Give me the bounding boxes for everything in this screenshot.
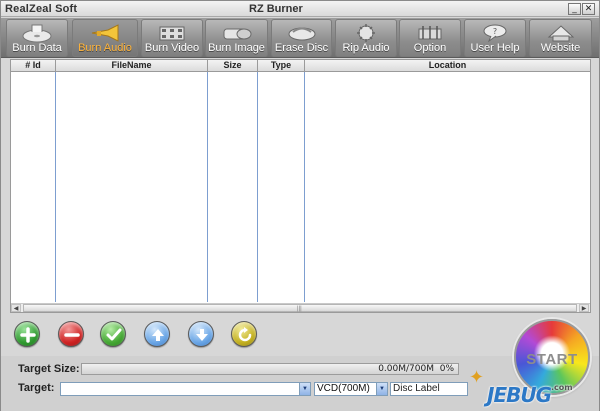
- image-disc-icon: [223, 28, 251, 40]
- target-label: Target:: [18, 382, 55, 394]
- refresh-icon: [238, 327, 252, 342]
- toolbar-label: Rip Audio: [342, 42, 390, 54]
- toolbar-option[interactable]: Option: [399, 19, 461, 57]
- start-label: START: [526, 351, 578, 368]
- scroll-left-icon[interactable]: ◀: [11, 304, 21, 312]
- horizontal-scrollbar[interactable]: ◀ ||| ▶: [11, 303, 590, 312]
- title-bar[interactable]: RealZeal Soft RZ Burner _ ✕: [1, 1, 599, 17]
- move-up-button[interactable]: [144, 321, 170, 347]
- toolbar-label: Burn Data: [12, 42, 62, 54]
- column-header-type[interactable]: Type: [258, 60, 305, 71]
- target-device-select[interactable]: ▼: [60, 382, 311, 396]
- toolbar-erase-disc[interactable]: Erase Disc: [271, 19, 332, 57]
- target-size-label: Target Size:: [18, 363, 80, 375]
- disc-icon: [22, 24, 52, 43]
- column-divider: [55, 72, 56, 302]
- target-size-progress: 0.00M/700M 0%: [81, 363, 459, 375]
- eraser-icon: [288, 27, 315, 41]
- toolbar-rip-audio[interactable]: Rip Audio: [335, 19, 397, 57]
- wizard-icon: ✦: [469, 367, 485, 388]
- disc-label-input[interactable]: Disc Label: [390, 382, 468, 396]
- table-header: # Id FileName Size Type Location: [11, 60, 590, 72]
- column-header-filename[interactable]: FileName: [56, 60, 208, 71]
- file-list-table[interactable]: # Id FileName Size Type Location ◀ ||| ▶: [10, 59, 591, 313]
- progress-text: 0.00M/700M 0%: [378, 364, 454, 374]
- arrow-up-icon: [152, 329, 164, 341]
- toolbar-burn-video[interactable]: Burn Video: [141, 19, 203, 57]
- close-button[interactable]: ✕: [582, 3, 595, 15]
- column-divider: [207, 72, 208, 302]
- watermark-text: JEBUG: [487, 383, 552, 407]
- scroll-grip: |||: [297, 306, 302, 312]
- main-toolbar: Burn Data Burn Audio Burn Video Burn Ima…: [1, 18, 599, 58]
- toolbar-label: Burn Image: [208, 42, 265, 54]
- refresh-button[interactable]: [231, 321, 257, 347]
- rip-audio-icon: [357, 24, 375, 42]
- minus-icon: [64, 333, 80, 337]
- move-down-button[interactable]: [188, 321, 214, 347]
- film-icon: [159, 26, 185, 41]
- scroll-right-icon[interactable]: ▶: [579, 304, 589, 312]
- check-icon: [106, 328, 122, 341]
- disc-type-value: VCD(700M): [317, 383, 370, 394]
- toolbar-burn-data[interactable]: Burn Data: [6, 19, 68, 57]
- column-header-location[interactable]: Location: [305, 60, 590, 71]
- toolbar-burn-audio[interactable]: Burn Audio: [72, 19, 138, 57]
- remove-button[interactable]: [58, 321, 84, 347]
- toolbar-label: Option: [413, 42, 447, 54]
- plus-icon: [20, 327, 36, 343]
- column-header-size[interactable]: Size: [208, 60, 258, 71]
- help-icon: ?: [483, 24, 507, 43]
- toolbar-label: Burn Audio: [78, 42, 132, 54]
- toolbar-burn-image[interactable]: Burn Image: [205, 19, 268, 57]
- column-header-id[interactable]: # Id: [11, 60, 56, 71]
- app-window: RealZeal Soft RZ Burner _ ✕ Burn Data Bu…: [0, 0, 600, 411]
- progress-value: 0.00M/700M: [378, 364, 434, 374]
- globe-icon: [547, 25, 574, 42]
- column-divider: [304, 72, 305, 302]
- svg-text:?: ?: [493, 27, 497, 36]
- brand-label: RealZeal Soft: [5, 3, 78, 15]
- chevron-down-icon[interactable]: ▼: [376, 383, 387, 395]
- toolbar-website[interactable]: Website: [529, 19, 592, 57]
- toolbar-label: Burn Video: [144, 42, 200, 54]
- arrow-down-icon: [196, 329, 208, 341]
- minimize-button[interactable]: _: [568, 3, 581, 15]
- trumpet-icon: [91, 24, 119, 42]
- check-button[interactable]: [100, 321, 126, 347]
- toolbar-user-help[interactable]: ? User Help: [464, 19, 526, 57]
- column-divider: [257, 72, 258, 302]
- scrollbar-thumb[interactable]: |||: [23, 304, 577, 312]
- window-title: RZ Burner: [249, 3, 303, 15]
- toolbar-label: User Help: [470, 42, 520, 54]
- disc-type-select[interactable]: VCD(700M) ▼: [314, 382, 388, 396]
- progress-percent: 0%: [439, 364, 454, 374]
- add-button[interactable]: [14, 321, 40, 347]
- toolbar-label: Website: [540, 42, 581, 54]
- chevron-down-icon[interactable]: ▼: [299, 383, 310, 395]
- tools-icon: [418, 26, 442, 40]
- watermark: JEBUG.com: [487, 383, 573, 407]
- watermark-suffix: .com: [551, 383, 573, 392]
- toolbar-label: Erase Disc: [274, 42, 329, 54]
